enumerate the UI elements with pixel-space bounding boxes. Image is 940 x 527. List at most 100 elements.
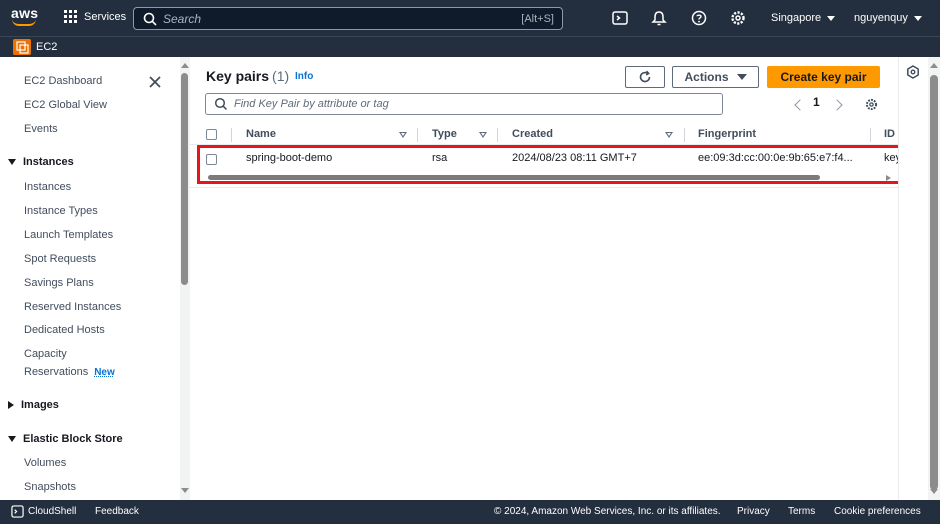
search-input[interactable] [163, 11, 522, 26]
table-header: Name Type Created Fingerprint ID [190, 125, 898, 145]
top-navigation: aws Services [Alt+S] Singapore nguyenquy [0, 0, 940, 36]
column-divider [870, 128, 871, 142]
column-header-type[interactable]: Type [432, 128, 457, 140]
cloudshell-icon [11, 505, 24, 518]
cloudshell-link[interactable]: CloudShell [28, 506, 76, 517]
sidebar-section-label: Images [21, 399, 59, 411]
sort-icon[interactable] [479, 132, 487, 138]
filter-box[interactable] [205, 93, 723, 115]
sidebar: EC2 Dashboard EC2 Global View Events Ins… [0, 57, 180, 500]
scrollbar-thumb[interactable] [930, 75, 938, 490]
sidebar-item-snapshots[interactable]: Snapshots [24, 481, 76, 493]
region-selector[interactable]: Singapore [771, 12, 836, 24]
sidebar-item-instances[interactable]: Instances [24, 181, 71, 193]
column-header-fingerprint[interactable]: Fingerprint [698, 128, 756, 140]
page-title-text: Key pairs [206, 68, 270, 84]
column-divider [497, 128, 498, 142]
cell-fingerprint: ee:09:3d:cc:00:0e:9b:65:e7:f4... [698, 152, 853, 164]
aws-logo[interactable]: aws [11, 6, 41, 30]
sidebar-item-capacity-reservations-line2[interactable]: Reservations New [24, 366, 115, 378]
privacy-link[interactable]: Privacy [737, 506, 770, 517]
sidebar-section-instances[interactable]: Instances [8, 156, 74, 168]
sidebar-item-events[interactable]: Events [24, 123, 58, 135]
column-header-name[interactable]: Name [246, 128, 276, 140]
ec2-service-icon [13, 39, 31, 55]
feedback-link[interactable]: Feedback [95, 506, 139, 517]
sidebar-item-instance-types[interactable]: Instance Types [24, 205, 98, 217]
cell-id: key [884, 152, 898, 164]
caret-right-icon [8, 401, 14, 409]
notifications-icon[interactable] [650, 9, 668, 27]
sidebar-scrollbar[interactable] [180, 57, 190, 500]
info-link[interactable]: Info [295, 71, 313, 82]
column-divider [684, 128, 685, 142]
region-label: Singapore [771, 12, 822, 24]
filter-input[interactable] [234, 98, 722, 110]
search-icon [214, 97, 228, 111]
refresh-button[interactable] [625, 66, 665, 88]
column-divider [417, 128, 418, 142]
new-badge: New [94, 367, 115, 378]
sort-icon[interactable] [665, 132, 673, 138]
row-checkbox[interactable] [206, 154, 217, 165]
scrollbar-thumb[interactable] [181, 73, 188, 285]
sidebar-item-launch-templates[interactable]: Launch Templates [24, 229, 113, 241]
caret-down-icon [827, 15, 836, 21]
global-search[interactable]: [Alt+S] [133, 7, 563, 30]
sidebar-item-savings-plans[interactable]: Savings Plans [24, 277, 94, 289]
preferences-gear-icon[interactable] [864, 97, 879, 112]
chevron-left-icon[interactable] [794, 99, 806, 111]
caret-down-icon [736, 74, 747, 80]
search-shortcut: [Alt+S] [521, 12, 554, 25]
cell-type: rsa [432, 152, 448, 164]
page-title: Key pairs (1) [206, 68, 289, 84]
scroll-down-icon[interactable] [930, 489, 938, 494]
column-header-created[interactable]: Created [512, 128, 553, 140]
terms-link[interactable]: Terms [788, 506, 815, 517]
service-name[interactable]: EC2 [36, 41, 57, 53]
sidebar-item-volumes[interactable]: Volumes [24, 457, 66, 469]
aws-logo-text: aws [11, 5, 39, 21]
help-icon[interactable] [690, 9, 708, 27]
actions-button[interactable]: Actions [672, 66, 759, 88]
cloudshell-icon[interactable] [611, 9, 629, 27]
table-row[interactable]: spring-boot-demo rsa 2024/08/23 08:11 GM… [190, 146, 898, 170]
services-menu[interactable]: Services [64, 10, 126, 23]
tools-panel [898, 57, 928, 500]
caret-down-icon [8, 436, 16, 442]
sidebar-item-dedicated-hosts[interactable]: Dedicated Hosts [24, 324, 105, 336]
page-scrollbar[interactable] [928, 57, 940, 500]
sidebar-item-reserved-instances[interactable]: Reserved Instances [24, 301, 121, 313]
tools-panel-icon[interactable] [906, 65, 920, 79]
select-all-checkbox[interactable] [206, 129, 217, 140]
scroll-up-icon[interactable] [930, 63, 938, 68]
sidebar-section-images[interactable]: Images [8, 399, 59, 411]
cell-created: 2024/08/23 08:11 GMT+7 [512, 152, 637, 164]
settings-gear-icon[interactable] [729, 9, 747, 27]
chevron-right-icon[interactable] [831, 99, 843, 111]
account-label: nguyenquy [854, 12, 908, 24]
main-content: Key pairs (1) Info Actions Create key pai… [190, 57, 898, 500]
page-number[interactable]: 1 [813, 95, 820, 109]
item-count: (1) [272, 68, 290, 84]
scroll-up-icon[interactable] [181, 63, 189, 68]
cookie-preferences-link[interactable]: Cookie preferences [834, 506, 921, 517]
account-menu[interactable]: nguyenquy [854, 12, 922, 24]
close-icon[interactable] [148, 75, 162, 89]
sidebar-item-ec2-dashboard[interactable]: EC2 Dashboard [24, 75, 102, 87]
sidebar-item-spot-requests[interactable]: Spot Requests [24, 253, 96, 265]
sort-icon[interactable] [399, 132, 407, 138]
sidebar-item-capacity-reservations[interactable]: Capacity [24, 348, 67, 360]
actions-label: Actions [684, 70, 729, 84]
service-bar: EC2 [0, 36, 940, 57]
sidebar-item-ec2-global-view[interactable]: EC2 Global View [24, 99, 107, 111]
column-header-id[interactable]: ID [884, 128, 895, 140]
scroll-right-icon[interactable] [886, 175, 891, 181]
scroll-down-icon[interactable] [181, 488, 189, 493]
search-icon [143, 12, 157, 26]
table-horizontal-scrollbar[interactable] [208, 175, 820, 180]
create-key-pair-button[interactable]: Create key pair [767, 66, 880, 88]
sidebar-section-elastic-block-store[interactable]: Elastic Block Store [8, 433, 123, 445]
sidebar-section-label: Instances [23, 156, 74, 168]
footer: CloudShell Feedback © 2024, Amazon Web S… [0, 500, 940, 524]
